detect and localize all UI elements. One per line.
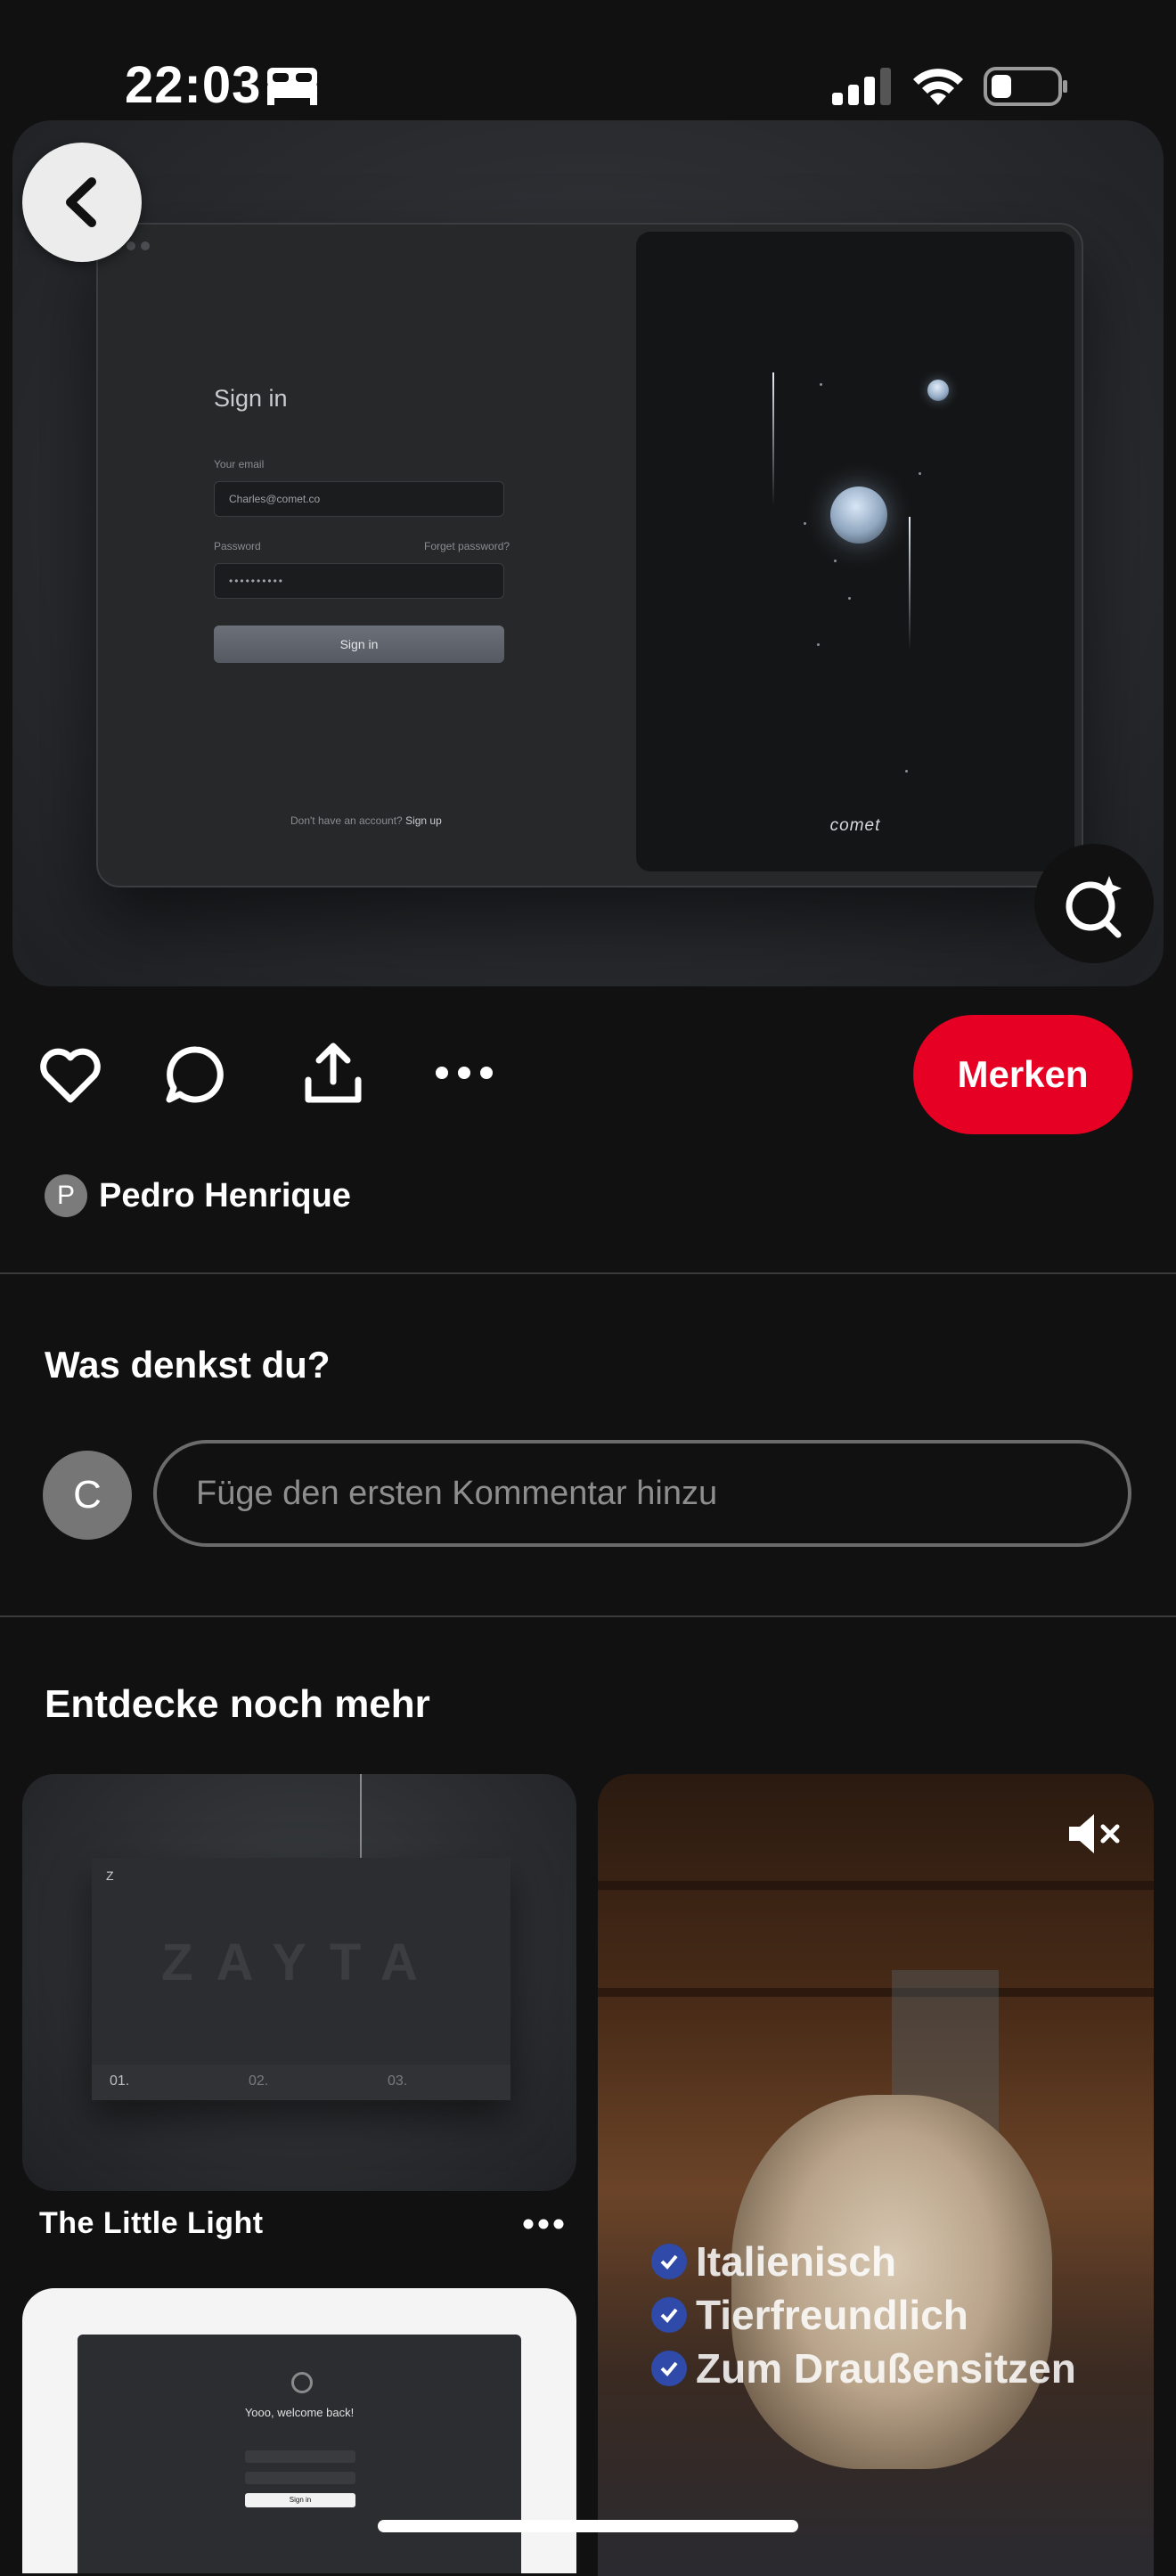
pin-image: Sign in Your email Charles@comet.co Pass…	[12, 120, 1164, 986]
mockup-footer-text: Don't have an account?	[290, 814, 403, 827]
mute-icon[interactable]	[1066, 1809, 1123, 1859]
lens-sparkle-icon	[1066, 876, 1122, 938]
chevron-left-icon	[66, 177, 96, 227]
star	[820, 383, 822, 386]
checkmark-icon	[651, 2351, 687, 2386]
comment-input[interactable]	[153, 1440, 1131, 1547]
save-button[interactable]: Merken	[913, 1015, 1132, 1134]
wifi-icon	[913, 69, 963, 105]
feature-label: Tierfreundlich	[696, 2292, 968, 2338]
sleep-focus-icon	[267, 68, 317, 105]
pin-card[interactable]: Z ZAYTA 01. 02. 03.	[22, 1774, 576, 2191]
mockup-field	[245, 2472, 355, 2484]
back-button[interactable]	[22, 143, 142, 262]
mockup-heading: Yooo, welcome back!	[244, 2406, 355, 2419]
mockup-steps: 01. 02. 03.	[92, 2065, 510, 2100]
signin-mockup: Sign in Your email Charles@comet.co Pass…	[96, 223, 1083, 887]
mockup-footer: Don't have an account? Sign up	[290, 814, 442, 827]
author-name[interactable]: Pedro Henrique	[99, 1174, 351, 1217]
divider	[0, 1272, 1176, 1274]
mockup-signin-button: Sign in	[245, 2493, 355, 2507]
star	[905, 770, 908, 773]
visual-search-button[interactable]	[1034, 844, 1154, 963]
large-planet	[830, 487, 887, 544]
mockup-field	[245, 2450, 355, 2463]
step-label: 03.	[388, 2073, 408, 2089]
video-ad-card[interactable]: Italienisch Tierfreundlich Zum Draußensi…	[598, 1774, 1154, 2576]
mockup-password-field: ••••••••••	[214, 563, 504, 599]
mockup-email-field: Charles@comet.co	[214, 481, 504, 517]
shelf	[598, 1881, 1154, 1890]
share-icon[interactable]	[303, 1041, 363, 1105]
star	[848, 597, 851, 600]
feature-item: Tierfreundlich	[651, 2291, 968, 2339]
feature-label: Zum Draußensitzen	[696, 2345, 1076, 2392]
step-label: 02.	[249, 2073, 269, 2089]
feature-item: Italienisch	[651, 2237, 896, 2286]
feature-label: Italienisch	[696, 2238, 896, 2285]
comments-heading: Was denkst du?	[45, 1344, 331, 1386]
login-mockup: Yooo, welcome back! Sign in	[78, 2335, 521, 2573]
mockup-illustration: comet	[636, 232, 1074, 871]
comet-streak	[909, 517, 911, 650]
more-options-icon[interactable]	[433, 1062, 495, 1084]
home-indicator	[378, 2520, 798, 2532]
mockup-signin-button: Sign in	[214, 626, 504, 663]
author-avatar[interactable]: P	[45, 1174, 87, 1217]
mockup-password-label: Password	[214, 540, 261, 552]
small-planet	[927, 380, 949, 401]
star	[804, 522, 806, 525]
website-mockup: Z ZAYTA 01. 02. 03.	[92, 1858, 510, 2100]
pin-title[interactable]: The Little Light	[39, 2206, 264, 2241]
step-label: 01.	[110, 2073, 130, 2089]
star	[817, 643, 820, 646]
checkmark-icon	[651, 2244, 687, 2279]
mockup-forgot-link: Forget password?	[424, 540, 510, 552]
comment-icon[interactable]	[166, 1044, 226, 1105]
shelf	[598, 1988, 1154, 1997]
mockup-wordmark: ZAYTA	[161, 1934, 441, 1991]
user-avatar[interactable]: C	[43, 1451, 132, 1540]
star	[919, 472, 921, 475]
battery-icon	[984, 67, 1067, 106]
divider	[0, 1615, 1176, 1617]
mockup-logo-icon	[291, 2372, 313, 2393]
cellular-signal-icon	[832, 68, 891, 105]
mockup-logo: Z	[106, 1869, 114, 1883]
mockup-signup-link: Sign up	[405, 814, 442, 827]
star	[834, 560, 837, 562]
checkmark-icon	[651, 2297, 687, 2333]
feature-item: Zum Draußensitzen	[651, 2344, 1076, 2392]
status-time: 22:03	[125, 56, 262, 114]
comet-streak	[772, 372, 774, 506]
heart-icon[interactable]	[39, 1048, 102, 1103]
mockup-title: Sign in	[214, 385, 288, 412]
more-options-icon[interactable]	[522, 2217, 565, 2231]
mockup-email-label: Your email	[214, 458, 265, 470]
comet-logo: comet	[829, 816, 881, 835]
discover-more-heading: Entdecke noch mehr	[45, 1682, 430, 1726]
